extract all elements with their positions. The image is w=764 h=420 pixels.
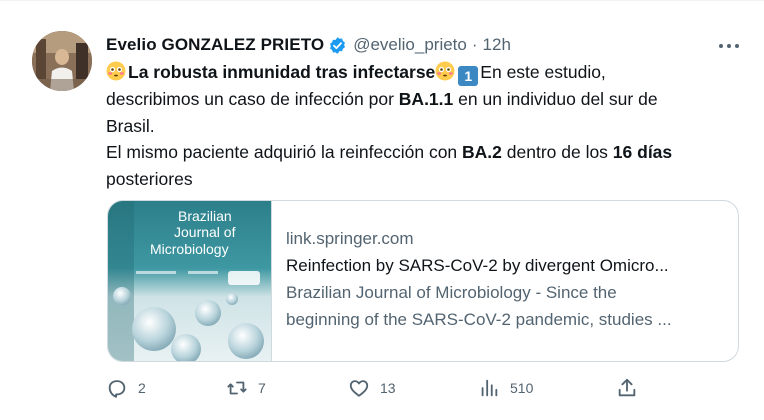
tweet-header: Evelio GONZALEZ PRIETO @evelio_prieto · …: [106, 33, 511, 57]
text-segment: dentro de los: [501, 142, 613, 162]
views-count: 510: [510, 380, 534, 396]
card-thumbnail: Brazilian Journal of Microbiology: [108, 201, 272, 361]
avatar-photo: [32, 31, 92, 91]
text-line-5: posteriores: [106, 168, 193, 189]
headline-text: La robusta inmunidad tras infectarse: [128, 62, 436, 82]
repost-icon: [227, 381, 247, 395]
repost-count: 7: [258, 380, 266, 396]
reply-icon: [108, 380, 126, 398]
text-segment: describimos un caso de infección por: [106, 89, 399, 109]
card-title: Reinfection by SARS-CoV-2 by divergent O…: [286, 256, 669, 275]
tweet-text: La robusta inmunidad tras infectarse 1 En…: [106, 59, 746, 192]
cover-title-line-3: Microbiology: [150, 241, 229, 257]
more-icon[interactable]: [716, 37, 742, 55]
text-line-4: El mismo paciente adquirió la reinfecció…: [106, 139, 746, 166]
variant-ba11: BA.1.1: [398, 89, 454, 109]
days-count: 16 días: [612, 142, 673, 162]
reply-count: 2: [138, 380, 146, 396]
card-desc-line-2: beginning of the SARS-CoV-2 pandemic, st…: [286, 310, 672, 329]
like-icon: [349, 380, 369, 397]
tweet-time[interactable]: 12h: [483, 35, 511, 55]
card-domain: link.springer.com: [286, 229, 414, 248]
tweet[interactable]: Evelio GONZALEZ PRIETO @evelio_prieto · …: [0, 0, 764, 420]
variant-ba2: BA.2: [462, 142, 502, 162]
text-line-1: La robusta inmunidad tras infectarse 1 En…: [106, 59, 746, 86]
views-button[interactable]: 510: [478, 377, 533, 399]
link-card[interactable]: Brazilian Journal of Microbiology link.s…: [107, 200, 739, 362]
journal-cover-image: Brazilian Journal of Microbiology: [108, 201, 271, 361]
card-description: Brazilian Journal of Microbiology - Sinc…: [286, 279, 726, 333]
text-segment: en un individuo del sur de: [453, 89, 658, 109]
like-count: 13: [380, 380, 396, 396]
text-line-2: describimos un caso de infección por BA.…: [106, 86, 746, 113]
like-button[interactable]: 13: [348, 377, 396, 399]
repost-button[interactable]: 7: [226, 377, 266, 399]
text-segment: El mismo paciente adquirió la reinfecció…: [106, 142, 463, 162]
flushed-face-emoji-icon: [435, 61, 455, 81]
action-bar: 2 7 13 510: [106, 377, 646, 405]
share-icon: [618, 378, 636, 397]
share-button[interactable]: [616, 377, 648, 399]
text-line-3: Brasil.: [106, 115, 155, 136]
author-name[interactable]: Evelio GONZALEZ PRIETO: [106, 35, 324, 55]
views-icon: [481, 379, 498, 397]
cover-title-line-2: Journal of: [174, 224, 236, 240]
author-handle[interactable]: @evelio_prieto: [353, 35, 467, 55]
flushed-face-emoji-icon: [106, 61, 126, 81]
keycap-one-emoji: 1: [458, 66, 479, 86]
cover-title-line-1: Brazilian: [178, 208, 232, 224]
card-desc-line-1: Brazilian Journal of Microbiology - Sinc…: [286, 283, 617, 302]
reply-button[interactable]: 2: [106, 377, 146, 399]
verified-badge-icon: [330, 36, 346, 54]
text-line-1-rest: En este estudio,: [480, 62, 606, 82]
avatar[interactable]: [32, 31, 92, 91]
separator-dot: ·: [471, 35, 478, 54]
card-body: link.springer.com Reinfection by SARS-Co…: [286, 225, 726, 333]
